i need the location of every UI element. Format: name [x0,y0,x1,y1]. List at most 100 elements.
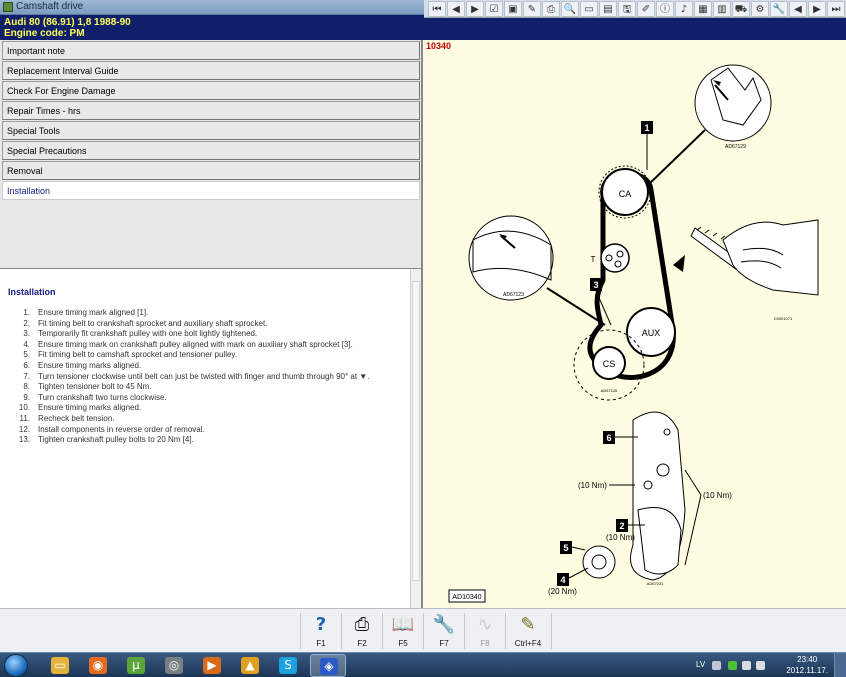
app-icon [3,2,13,12]
fkey-separator [341,613,342,649]
step-number: 8. [23,382,30,392]
help-icon: ? [315,614,327,635]
menu-item-special-precautions[interactable]: Special Precautions [2,141,420,160]
play-icon[interactable]: ▶ [466,0,484,17]
menu-item-important-note[interactable]: Important note [2,41,420,60]
instructions-heading: Installation [8,287,56,297]
tension-arrow-icon [673,255,685,272]
f8-graph-button[interactable]: ∿ F8 [466,611,504,651]
car-icon[interactable]: ⛟ [732,0,750,17]
f7-tools-button[interactable]: 🔧 F7 [425,611,463,651]
taskbar-button[interactable]: ▶ [194,654,230,677]
step-text: Tighten crankshaft pulley bolts to 20 Nm… [38,435,194,445]
step-number: 5. [23,350,30,360]
svg-text:1: 1 [644,123,649,133]
menu-item-removal[interactable]: Removal [2,161,420,180]
next-icon[interactable]: ▶ [808,0,826,17]
step-item: 9. Turn crankshaft two turns clockwise. [8,393,408,404]
menu-item-special-tools[interactable]: Special Tools [2,121,420,140]
step-item: 5. Fit timing belt to camshaft sprocket a… [8,350,408,361]
gear-icon[interactable]: ⚙ [751,0,769,17]
clock[interactable]: 23:40 2012.11.17. [786,654,828,676]
last-icon[interactable]: ⏭ [827,0,845,17]
pen-icon[interactable]: ✎ [523,0,541,17]
f2-print-button[interactable]: ⎙ F2 [343,611,381,651]
step-number: 12. [18,424,30,434]
step-item: 4. Ensure timing mark on crankshaft pulle… [8,340,408,351]
scrollbar[interactable] [410,269,421,608]
image-icon[interactable]: ▣ [504,0,522,17]
tools-icon: 🔧 [432,614,456,635]
application-window: Camshaft drive Audi 80 (86.91) 1,8 1988-… [0,0,846,677]
menu-item-installation[interactable]: Installation [2,181,420,200]
vehicle-header: Audi 80 (86.91) 1,8 1988-90 Engine code:… [0,15,846,40]
function-key-bar: ? F1 ⎙ F2 📖 F5 🔧 F7 ∿ F8 ✎ Ctrl+F4 [0,608,846,652]
step-number: 9. [23,392,30,402]
show-desktop-button[interactable] [834,653,846,677]
taskbar-button[interactable]: ▭ [42,654,78,677]
print-icon[interactable]: ⎙ [542,0,560,17]
firefox-icon: ◉ [89,657,107,674]
folder-icon[interactable]: ▥ [713,0,731,17]
taskbar: ▭ ◉ µ ◎ ▶ ▲ S ◈ LV 23:40 2012.11.17. [0,652,846,677]
step-number: 10. [18,403,30,413]
f1-help-button[interactable]: ? F1 [302,611,340,651]
taskbar-button[interactable]: S [270,654,306,677]
taskbar-button[interactable]: ◎ [156,654,192,677]
taskbar-button[interactable]: ◈ [310,654,346,677]
inset-crank-mark: AD67123 [468,215,554,301]
checkbox-icon[interactable]: ☑ [485,0,503,17]
ref-r3: AD67126 [601,388,618,393]
search-icon[interactable]: 🔍 [561,0,579,17]
ctrl-f4-close-button[interactable]: ✎ Ctrl+F4 [507,611,549,651]
step-item: 13. Tighten crankshaft pulley bolts to 20… [8,435,408,446]
torque-label-b: (10 Nm) [703,491,732,500]
graph-icon: ∿ [477,614,493,635]
menu-item-engine-damage[interactable]: Check For Engine Damage [2,81,420,100]
menu-item-repair-times[interactable]: Repair Times - hrs [2,101,420,120]
language-indicator[interactable]: LV [696,660,705,669]
taskbar-button[interactable]: ▲ [232,654,268,677]
step-number: 6. [23,360,30,370]
back-icon[interactable]: ◀ [789,0,807,17]
ref-r5: AD67031 [647,581,664,586]
taskbar-button[interactable]: ◉ [80,654,116,677]
save-icon[interactable]: 🖫 [618,0,636,17]
step-text: Ensure timing marks aligned. [38,403,142,413]
svg-text:4: 4 [560,575,565,585]
info-icon[interactable]: ⓘ [656,0,674,17]
diagram-footer-code: AD10340 [452,594,481,601]
vehicle-model: Audi 80 (86.91) 1,8 1988-90 [4,17,131,28]
brush-icon[interactable]: ✐ [637,0,655,17]
step-text: Fit timing belt to camshaft sprocket and… [38,350,238,360]
svg-text:5: 5 [563,543,568,553]
f5-book-button[interactable]: 📖 F5 [384,611,422,651]
window-icon[interactable]: ▭ [580,0,598,17]
scroll-thumb[interactable] [412,281,420,581]
inset-cam-mark: AD67129 [694,64,772,150]
taskbar-button[interactable]: µ [118,654,154,677]
tray-icon-volume[interactable] [756,661,765,670]
step-number: 4. [23,339,30,349]
tray-icon-network[interactable] [742,661,751,670]
active-app-icon: ◈ [320,658,338,675]
ref-r1: AD67129 [725,144,746,150]
menu-item-replacement-interval[interactable]: Replacement Interval Guide [2,61,420,80]
doc-icon[interactable]: ▦ [694,0,712,17]
pulley-label-aux: AUX [642,328,661,338]
fkey-separator [551,613,552,649]
step-text: Ensure timing mark on crankshaft pulley … [38,339,353,349]
callout-5: 5 [560,541,586,554]
first-icon[interactable]: ⏮ [428,0,446,17]
fkey-separator [423,613,424,649]
prev-icon[interactable]: ◀ [447,0,465,17]
tray-icon-keyboard[interactable] [712,661,721,670]
sound-icon[interactable]: ♪ [675,0,693,17]
start-button[interactable] [4,654,28,677]
monitor-icon[interactable]: ▤ [599,0,617,17]
steps-list: 1. Ensure timing mark aligned [1]. 2. Fit t… [8,308,408,446]
tray-icon-green[interactable] [728,661,737,670]
step-item: 11. Recheck belt tension. [8,414,408,425]
wrench-icon[interactable]: 🔧 [770,0,788,17]
svg-text:2: 2 [619,521,624,531]
